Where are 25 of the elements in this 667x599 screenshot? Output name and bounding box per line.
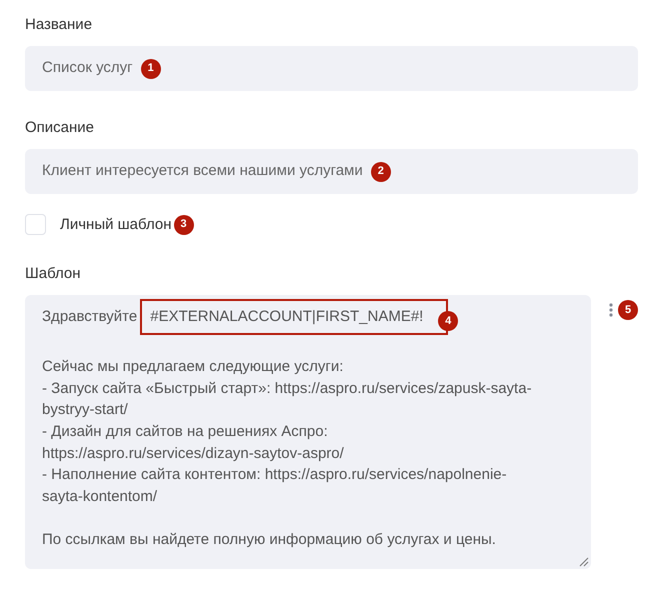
annotation-marker: 5: [618, 300, 638, 320]
checkbox[interactable]: [25, 214, 46, 235]
template-text: Сейчас мы предлагаем следующие услуги:: [42, 357, 344, 378]
template-text: sayta-kontentom/: [42, 486, 158, 507]
template-text: https://aspro.ru/services/dizayn-saytov-aspro/: [42, 444, 344, 464]
annotation-marker: 3: [174, 214, 194, 234]
text-input-field[interactable]: Клиент интересуется всеми нашими услугами 2: [25, 149, 638, 194]
annotation-marker: 2: [370, 162, 391, 182]
template-text: bystryy-start/: [42, 400, 128, 420]
template-text: Здравствуйте: [42, 307, 138, 327]
field-label: Название: [25, 15, 92, 35]
template-variable: #EXTERNALACCOUNT|FIRST_NAME#!: [150, 307, 424, 327]
template-textarea[interactable]: [25, 295, 591, 569]
checkbox-label: Личный шаблон: [60, 214, 172, 234]
field-label: Описание: [25, 118, 94, 138]
template-text: - Запуск сайта «Быстрый старт»: https://aspro.ru/services/zapusk-sayta-: [42, 378, 532, 399]
annotation-marker: 4: [438, 311, 458, 331]
template-text: - Наполнение сайта контентом: https://aspro.ru/services/napolnenie-: [42, 465, 507, 486]
text-input-field[interactable]: Список услуг 1: [25, 46, 638, 91]
annotation-marker: 1: [140, 58, 161, 78]
more-menu-icon[interactable]: [609, 303, 613, 317]
field-label: Шаблон: [25, 264, 81, 284]
resize-handle-icon[interactable]: [579, 557, 589, 567]
template-text: По ссылкам вы найдете полную информацию об услугах и цены.: [42, 530, 496, 550]
template-text: - Дизайн для сайтов на решениях Аспро:: [42, 422, 328, 442]
